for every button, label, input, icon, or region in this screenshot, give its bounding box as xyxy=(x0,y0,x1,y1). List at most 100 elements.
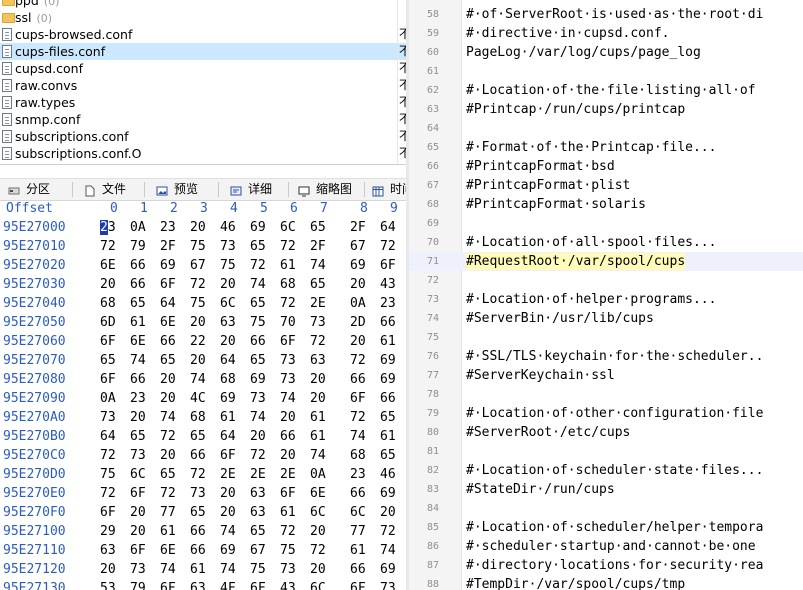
hex-byte[interactable]: 61 xyxy=(310,427,326,446)
hex-byte[interactable]: 64 xyxy=(220,351,236,370)
hex-byte[interactable]: 6C xyxy=(280,218,296,237)
hex-byte[interactable]: 72 xyxy=(380,522,396,541)
file-item[interactable]: subscriptions.conf.O 不 xyxy=(0,145,406,162)
hex-byte[interactable]: 69 xyxy=(160,256,176,275)
hex-byte[interactable]: 72 xyxy=(350,408,366,427)
hex-byte[interactable]: 73 xyxy=(280,370,296,389)
hex-byte[interactable]: 77 xyxy=(160,503,176,522)
hex-byte[interactable]: 20 xyxy=(220,275,236,294)
hex-byte[interactable]: 75 xyxy=(280,541,296,560)
hex-byte[interactable]: 67 xyxy=(190,256,206,275)
hex-byte[interactable]: 20 xyxy=(310,389,326,408)
hex-byte[interactable]: 66 xyxy=(380,389,396,408)
hex-byte[interactable]: 66 xyxy=(350,484,366,503)
hex-byte[interactable]: 65 xyxy=(310,275,326,294)
hex-byte[interactable]: 69 xyxy=(380,370,396,389)
hex-byte[interactable]: 6E xyxy=(160,541,176,560)
hex-byte[interactable]: 20 xyxy=(190,218,206,237)
hex-byte[interactable]: 72 xyxy=(100,237,116,256)
hex-byte[interactable]: 68 xyxy=(350,446,366,465)
hex-byte[interactable]: 64 xyxy=(220,427,236,446)
hex-byte[interactable]: 20 xyxy=(130,522,146,541)
hex-byte[interactable]: 61 xyxy=(350,541,366,560)
hex-byte[interactable]: 66 xyxy=(250,332,266,351)
hex-byte[interactable]: 20 xyxy=(310,560,326,579)
hex-byte[interactable]: 69 xyxy=(250,370,266,389)
hex-byte[interactable]: 73 xyxy=(130,446,146,465)
hex-byte[interactable]: 66 xyxy=(160,332,176,351)
hex-byte[interactable]: 6F xyxy=(130,484,146,503)
hex-byte[interactable]: 65 xyxy=(250,237,266,256)
hex-byte[interactable]: 2D xyxy=(350,313,366,332)
hex-byte[interactable]: 72 xyxy=(190,275,206,294)
hex-byte[interactable]: 6E xyxy=(100,256,116,275)
hex-byte[interactable]: 72 xyxy=(250,446,266,465)
hex-byte[interactable]: 73 xyxy=(130,560,146,579)
hex-byte[interactable]: 72 xyxy=(250,256,266,275)
hex-byte[interactable]: 0A xyxy=(130,218,146,237)
hex-byte[interactable]: 65 xyxy=(250,351,266,370)
hex-byte[interactable]: 68 xyxy=(280,275,296,294)
hex-byte[interactable]: 73 xyxy=(310,313,326,332)
hex-byte[interactable]: 66 xyxy=(190,446,206,465)
hex-byte[interactable]: 6F xyxy=(350,579,366,590)
hex-byte[interactable]: 74 xyxy=(130,351,146,370)
hex-byte[interactable]: 6C xyxy=(130,465,146,484)
hex-byte[interactable]: 66 xyxy=(190,541,206,560)
hex-byte[interactable]: 73 xyxy=(280,351,296,370)
hex-byte[interactable]: 61 xyxy=(310,408,326,427)
hex-byte[interactable]: 46 xyxy=(220,218,236,237)
hex-byte[interactable]: 65 xyxy=(250,294,266,313)
hex-byte[interactable]: 6E xyxy=(130,332,146,351)
hex-byte[interactable]: 68 xyxy=(100,294,116,313)
hex-byte[interactable]: 20 xyxy=(100,560,116,579)
hex-byte[interactable]: 20 xyxy=(220,484,236,503)
hex-byte[interactable]: 6F xyxy=(160,579,176,590)
hex-byte[interactable]: 6F xyxy=(220,446,236,465)
folder-item[interactable]: ppd (0) xyxy=(0,0,406,9)
hex-byte[interactable]: 66 xyxy=(130,370,146,389)
hex-byte[interactable]: 64 xyxy=(380,218,396,237)
hex-byte[interactable]: 75 xyxy=(100,465,116,484)
hex-byte[interactable]: 2F xyxy=(350,218,366,237)
hex-byte[interactable]: 6F xyxy=(100,332,116,351)
hex-byte[interactable]: 61 xyxy=(380,332,396,351)
hex-byte[interactable]: 70 xyxy=(280,313,296,332)
hex-byte[interactable]: 72 xyxy=(100,484,116,503)
hex-byte[interactable]: 20 xyxy=(190,351,206,370)
hex-byte-cursor[interactable]: 23 xyxy=(100,218,116,237)
hex-byte[interactable]: 23 xyxy=(160,218,176,237)
hex-byte[interactable]: 64 xyxy=(160,294,176,313)
hex-view[interactable]: 95E27000 23 0A 23 20 46 69 6C 65 2F 64 95E27010 72 79… xyxy=(0,218,406,590)
hex-byte[interactable]: 72 xyxy=(100,446,116,465)
hex-byte[interactable]: 65 xyxy=(190,503,206,522)
hex-byte[interactable]: 72 xyxy=(160,484,176,503)
hex-byte[interactable]: 65 xyxy=(380,446,396,465)
hex-byte[interactable]: 68 xyxy=(190,408,206,427)
hex-byte[interactable]: 66 xyxy=(190,522,206,541)
hex-byte[interactable]: 65 xyxy=(190,427,206,446)
hex-byte[interactable]: 68 xyxy=(220,370,236,389)
hex-byte[interactable]: 6C xyxy=(310,579,326,590)
hex-byte[interactable]: 6C xyxy=(220,294,236,313)
hex-byte[interactable]: 73 xyxy=(280,560,296,579)
hex-byte[interactable]: 0A xyxy=(100,389,116,408)
file-item[interactable]: cups-browsed.conf 不 xyxy=(0,26,406,43)
hex-byte[interactable]: 67 xyxy=(350,237,366,256)
hex-byte[interactable]: 65 xyxy=(130,294,146,313)
hex-byte[interactable]: 74 xyxy=(190,370,206,389)
hex-byte[interactable]: 2E xyxy=(310,294,326,313)
hex-byte[interactable]: 63 xyxy=(250,484,266,503)
hex-byte[interactable]: 20 xyxy=(220,332,236,351)
hex-byte[interactable]: 0A xyxy=(350,294,366,313)
hex-byte[interactable]: 72 xyxy=(280,237,296,256)
hex-byte[interactable]: 6C xyxy=(350,503,366,522)
hex-byte[interactable]: 6F xyxy=(280,332,296,351)
file-item[interactable]: snmp.conf 不 xyxy=(0,111,406,128)
hex-byte[interactable]: 20 xyxy=(310,370,326,389)
hex-byte[interactable]: 72 xyxy=(190,465,206,484)
hex-byte[interactable]: 20 xyxy=(220,503,236,522)
hex-byte[interactable]: 74 xyxy=(310,446,326,465)
hex-byte[interactable]: 63 xyxy=(190,579,206,590)
hex-byte[interactable]: 46 xyxy=(380,465,396,484)
